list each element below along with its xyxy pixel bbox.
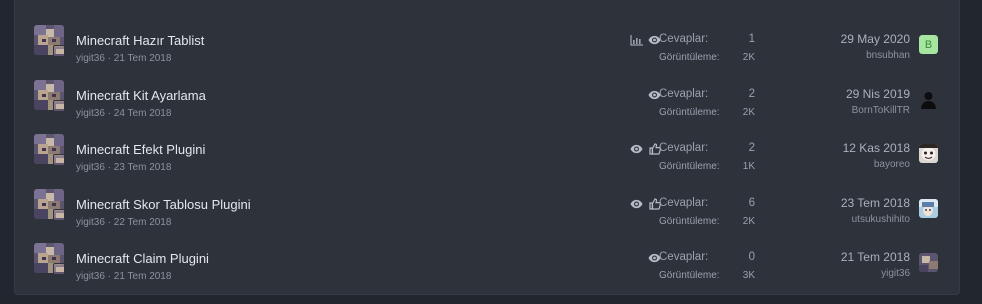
thread-start-date[interactable]: 24 Tem 2018 [114,108,172,119]
thread-title-link[interactable]: Minecraft Skor Tablosu Plugini [76,197,251,212]
eye-icon [630,197,643,210]
chart-icon [630,34,643,47]
silhouette-avatar [919,89,938,109]
last-post-date[interactable]: 21 Tem 2018 [841,250,910,264]
replies-label: Cevaplar: [659,196,709,209]
eye-icon [630,143,643,156]
meta-separator: · [104,162,114,174]
thread-status-icons [630,142,661,156]
views-count: 1K [742,161,755,173]
last-poster-avatar[interactable]: B [919,35,938,54]
replies-label: Cevaplar: [659,87,709,100]
replies-count: 2 [748,87,755,100]
thread-status-icons [630,197,661,211]
replies-count: 2 [748,142,755,155]
views-count: 2K [742,106,755,118]
meta-separator: · [104,216,114,228]
last-poster-avatar[interactable] [919,198,938,218]
views-count: 2K [742,215,755,227]
thread-author-link[interactable]: yigit36 [76,53,105,64]
thread-row[interactable]: Minecraft Skor Tablosu Plugini yigit36 ·… [15,180,961,235]
author-small-avatar [53,45,65,57]
thread-start-date[interactable]: 21 Tem 2018 [114,53,172,64]
thread-row[interactable]: Minecraft Claim Plugini yigit36 · 21 Tem… [15,234,961,289]
last-post-user[interactable]: BornToKillTR [852,105,910,116]
thread-title-link[interactable]: Minecraft Claim Plugini [76,251,209,266]
author-small-avatar [53,154,65,167]
meta-separator: · [104,53,114,64]
views-label: Görüntüleme: [659,52,720,63]
last-post-user[interactable]: utsukushihito [852,214,910,225]
views-label: Görüntüleme: [659,161,720,173]
replies-count: 0 [748,251,755,264]
thread-row[interactable]: Minecraft Kit Ayarlama yigit36 · 24 Tem … [15,71,961,126]
thread-row[interactable]: Minecraft Hazır Tablist yigit36 · 21 Tem… [15,16,961,71]
last-post-user[interactable]: yigit36 [881,268,910,279]
thread-row[interactable]: Minecraft Efekt Plugini yigit36 · 23 Tem… [15,125,961,180]
last-post-date[interactable]: 12 Kas 2018 [843,141,910,155]
thread-author-link[interactable]: yigit36 [76,162,105,173]
last-post-date[interactable]: 29 May 2020 [841,32,910,46]
last-poster-avatar[interactable] [919,253,938,273]
replies-label: Cevaplar: [659,33,709,45]
thread-start-date[interactable]: 21 Tem 2018 [114,271,172,282]
thread-author-link[interactable]: yigit36 [76,271,105,282]
thread-list-panel: Minecraft Hazır Tablist yigit36 · 21 Tem… [14,0,960,295]
thread-meta: yigit36 · 23 Tem 2018 [76,162,171,173]
thread-start-date[interactable]: 22 Tem 2018 [114,217,172,228]
thread-title-link[interactable]: Minecraft Kit Ayarlama [76,88,206,103]
views-count: 2K [742,52,755,63]
meta-separator: · [104,107,114,119]
meta-separator: · [104,271,114,283]
views-count: 3K [742,270,755,282]
thread-meta: yigit36 · 22 Tem 2018 [76,217,171,228]
thread-start-date[interactable]: 23 Tem 2018 [114,162,172,173]
thread-title-link[interactable]: Minecraft Hazır Tablist [76,33,204,48]
thread-title-link[interactable]: Minecraft Efekt Plugini [76,142,205,157]
replies-count: 1 [748,33,755,45]
author-small-avatar [53,263,65,276]
last-post-user[interactable]: bayoreo [874,159,910,170]
replies-label: Cevaplar: [659,142,709,155]
replies-count: 6 [748,196,755,209]
thread-status-icons [630,33,661,47]
replies-label: Cevaplar: [659,251,709,264]
views-label: Görüntüleme: [659,270,720,282]
thread-author-link[interactable]: yigit36 [76,108,105,119]
last-post-date[interactable]: 29 Nis 2019 [846,87,910,101]
letter-avatar: B [919,35,938,54]
thread-meta: yigit36 · 21 Tem 2018 [76,271,171,282]
thread-author-link[interactable]: yigit36 [76,217,105,228]
views-label: Görüntüleme: [659,106,720,118]
thread-meta: yigit36 · 24 Tem 2018 [76,108,171,119]
last-post-user[interactable]: bnsubhan [866,50,910,61]
author-small-avatar [53,208,65,221]
last-poster-avatar[interactable] [919,144,938,164]
last-post-date[interactable]: 23 Tem 2018 [841,196,910,210]
thread-meta: yigit36 · 21 Tem 2018 [76,53,171,64]
last-poster-avatar[interactable] [919,89,938,109]
views-label: Görüntüleme: [659,215,720,227]
author-small-avatar [53,99,65,112]
